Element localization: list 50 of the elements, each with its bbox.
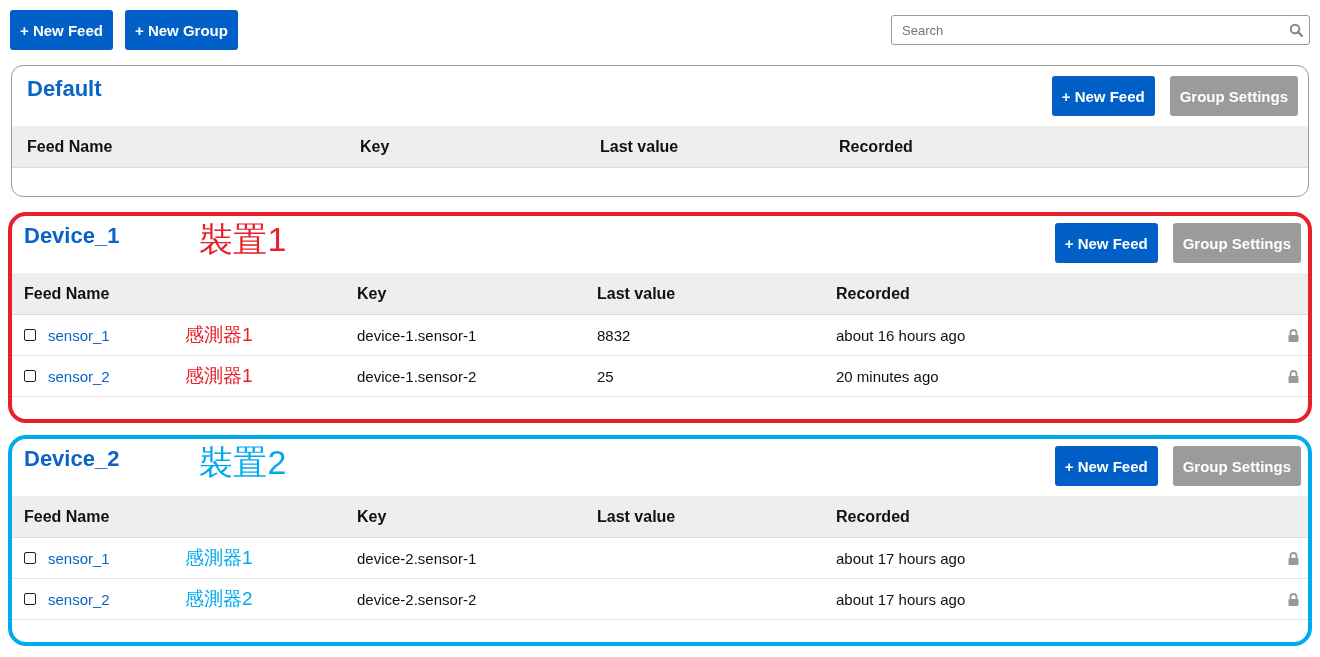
checkbox[interactable] [24, 593, 36, 605]
column-header: Recorded [836, 284, 911, 303]
checkbox[interactable] [24, 552, 36, 564]
annotation-label: 裝置1 [199, 219, 287, 260]
table-cell-text: device-1.sensor-1 [357, 326, 478, 344]
table-cell-text: about 16 hours ago [836, 326, 967, 344]
feed-link[interactable]: sensor_1 [48, 549, 185, 567]
lock-icon [1287, 369, 1299, 383]
group-title: Default [27, 76, 102, 102]
feed-link[interactable]: sensor_2 [48, 367, 185, 385]
new-feed-button[interactable]: + New Feed [1051, 76, 1155, 116]
new-button[interactable]: + New Feed [10, 10, 113, 50]
column-header: Last value [597, 284, 677, 303]
column-header: Last value [597, 507, 677, 526]
lock-icon [1287, 551, 1299, 565]
new-feed-button[interactable]: + New Feed [1054, 446, 1158, 486]
column-header: Feed Name [24, 507, 111, 526]
annotation-label: 感測器2 [185, 587, 253, 611]
lock-icon [1287, 592, 1299, 606]
lock-icon [1287, 328, 1299, 342]
table-cell-text: 8832 [597, 326, 632, 344]
table-cell-text: device-2.sensor-1 [357, 549, 478, 567]
annotation-label: 感測器1 [185, 364, 253, 388]
table-cell-text: 25 [597, 367, 615, 385]
annotation-label: 感測器1 [185, 546, 253, 570]
table-cell-text: about 17 hours ago [836, 590, 967, 608]
column-header: Feed Name [24, 284, 111, 303]
feed-link[interactable]: sensor_2 [48, 590, 185, 608]
table-cell-text: about 17 hours ago [836, 549, 967, 567]
new-button[interactable]: + New Group [124, 10, 238, 50]
checkbox[interactable] [24, 370, 36, 382]
group-title: Device_1 [24, 223, 120, 249]
table-cell-text: device-2.sensor-2 [357, 590, 478, 608]
column-header: Key [357, 284, 388, 303]
column-header: Feed Name [27, 137, 114, 156]
column-header: Key [357, 507, 388, 526]
table-cell-text: device-1.sensor-2 [357, 367, 478, 385]
search-icon [1289, 23, 1303, 37]
column-header: Recorded [836, 507, 911, 526]
column-header: Last value [600, 137, 680, 156]
column-header: Key [360, 137, 391, 156]
search-field[interactable]: Search [891, 15, 1310, 45]
annotation-label: 感測器1 [185, 323, 253, 347]
new-feed-button[interactable]: + New Feed [1054, 223, 1158, 263]
column-header: Recorded [839, 137, 914, 156]
table-cell-text: 20 minutes ago [836, 367, 940, 385]
group-title: Device_2 [24, 446, 120, 472]
checkbox[interactable] [24, 329, 36, 341]
annotation-label: 裝置2 [199, 442, 287, 483]
feed-link[interactable]: sensor_1 [48, 326, 185, 344]
